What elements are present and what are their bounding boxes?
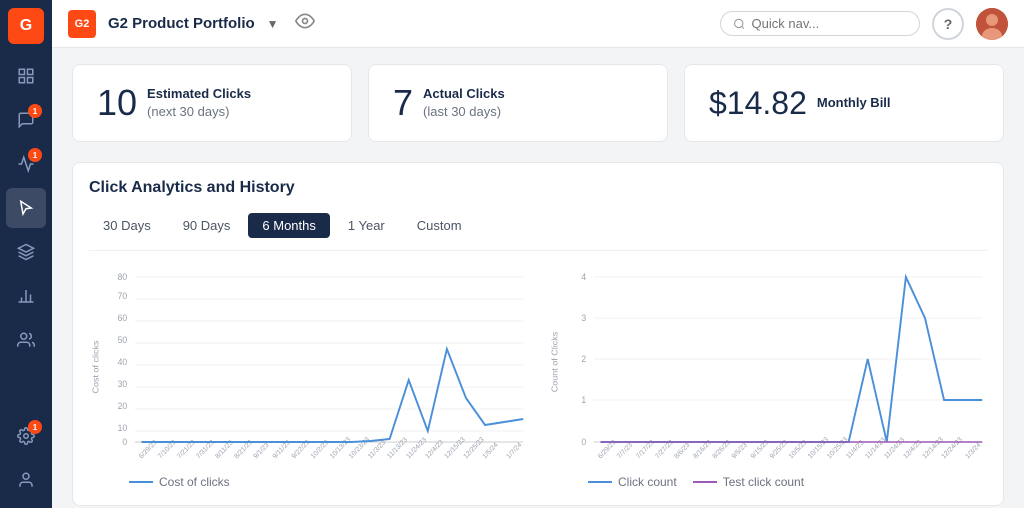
chevron-down-icon[interactable]: ▼: [267, 17, 279, 31]
main-content: G2 G2 Product Portfolio ▼ ?: [52, 0, 1024, 508]
search-input[interactable]: [752, 16, 907, 31]
filter-6months[interactable]: 6 Months: [248, 213, 329, 238]
svg-text:1: 1: [581, 395, 586, 405]
search-icon: [733, 17, 746, 31]
analytics-section: Click Analytics and History 30 Days 90 D…: [72, 162, 1004, 506]
cost-line: [141, 349, 523, 442]
cost-legend-line: [129, 481, 153, 483]
sidebar-item-user[interactable]: [6, 460, 46, 500]
monthly-bill-label: Monthly Bill: [817, 94, 891, 112]
svg-text:8/6/23: 8/6/23: [673, 442, 691, 461]
actual-clicks-sublabel: (last 30 days): [423, 103, 505, 121]
content-area: 10 Estimated Clicks (next 30 days) 7 Act…: [52, 48, 1024, 508]
svg-text:2: 2: [581, 354, 586, 364]
stat-estimated-clicks: 10 Estimated Clicks (next 30 days): [72, 64, 352, 142]
eye-icon[interactable]: [295, 11, 315, 36]
svg-text:1/5/24: 1/5/24: [482, 442, 500, 461]
legend-cost-of-clicks: Cost of clicks: [129, 475, 230, 489]
analytics-title: Click Analytics and History: [89, 179, 987, 197]
svg-text:0: 0: [581, 437, 586, 447]
sidebar-item-analytics[interactable]: 1: [6, 144, 46, 184]
time-filters: 30 Days 90 Days 6 Months 1 Year Custom: [89, 213, 987, 251]
legend-click-count: Click count: [588, 475, 677, 489]
filter-custom[interactable]: Custom: [403, 213, 476, 238]
sidebar-item-settings[interactable]: 1: [6, 416, 46, 456]
right-chart-area: 0 1 2 3 4 Count of Clicks 6/29/23 7/7/23…: [548, 267, 987, 467]
svg-text:20: 20: [118, 401, 128, 411]
svg-text:50: 50: [118, 335, 128, 345]
right-chart-container: 0 1 2 3 4 Count of Clicks 6/29/23 7/7/23…: [548, 267, 987, 489]
charts-row: 0 10 20 30 40 50 60 70 80 Cost of clicks: [89, 267, 987, 489]
svg-text:80: 80: [118, 272, 128, 282]
right-chart-svg: 0 1 2 3 4 Count of Clicks 6/29/23 7/7/23…: [548, 267, 987, 467]
search-bar[interactable]: [720, 11, 920, 36]
left-chart-svg: 0 10 20 30 40 50 60 70 80 Cost of clicks: [89, 267, 528, 467]
svg-text:9/1/23: 9/1/23: [253, 442, 271, 461]
actual-clicks-number: 7: [393, 85, 413, 121]
click-count-legend-line: [588, 481, 612, 483]
left-chart-area: 0 10 20 30 40 50 60 70 80 Cost of clicks: [89, 267, 528, 467]
stat-actual-clicks: 7 Actual Clicks (last 30 days): [368, 64, 668, 142]
avatar[interactable]: [976, 8, 1008, 40]
svg-text:7/7/23: 7/7/23: [616, 442, 634, 461]
svg-text:1/3/24: 1/3/24: [964, 442, 982, 461]
svg-text:30: 30: [118, 379, 128, 389]
sidebar-item-layers[interactable]: [6, 232, 46, 272]
sidebar-item-person[interactable]: [6, 320, 46, 360]
test-click-count-legend-line: [693, 481, 717, 483]
sidebar-item-bar-chart[interactable]: [6, 276, 46, 316]
sidebar-logo[interactable]: G: [8, 8, 44, 44]
left-chart-container: 0 10 20 30 40 50 60 70 80 Cost of clicks: [89, 267, 528, 489]
estimated-clicks-label: Estimated Clicks: [147, 85, 251, 103]
legend-test-click-count: Test click count: [693, 475, 804, 489]
header: G2 G2 Product Portfolio ▼ ?: [52, 0, 1024, 48]
help-button[interactable]: ?: [932, 8, 964, 40]
sidebar-item-dashboard[interactable]: [6, 56, 46, 96]
svg-text:1/7/24: 1/7/24: [505, 442, 523, 461]
settings-badge: 1: [28, 420, 42, 434]
estimated-clicks-number: 10: [97, 85, 137, 121]
sidebar-item-chat[interactable]: 1: [6, 100, 46, 140]
svg-text:0: 0: [122, 437, 127, 447]
svg-text:40: 40: [118, 357, 128, 367]
monthly-bill-number: $14.82: [709, 87, 807, 119]
filter-90days[interactable]: 90 Days: [169, 213, 245, 238]
svg-text:60: 60: [118, 313, 128, 323]
sidebar-item-cursor[interactable]: [6, 188, 46, 228]
left-chart-legend: Cost of clicks: [89, 475, 528, 489]
svg-text:9/5/23: 9/5/23: [731, 442, 749, 461]
header-logo: G2: [68, 10, 96, 38]
analytics-badge: 1: [28, 148, 42, 162]
filter-30days[interactable]: 30 Days: [89, 213, 165, 238]
chat-badge: 1: [28, 104, 42, 118]
filter-1year[interactable]: 1 Year: [334, 213, 399, 238]
stat-monthly-bill: $14.82 Monthly Bill: [684, 64, 1004, 142]
svg-text:4: 4: [581, 272, 586, 282]
page-title: G2 Product Portfolio: [108, 15, 255, 32]
svg-text:12/24/23: 12/24/23: [941, 436, 964, 460]
actual-clicks-label: Actual Clicks: [423, 85, 505, 103]
svg-text:Cost of clicks: Cost of clicks: [91, 340, 101, 394]
svg-text:70: 70: [118, 291, 128, 301]
right-chart-legend: Click count Test click count: [548, 475, 987, 489]
svg-text:3: 3: [581, 313, 586, 323]
sidebar: G 1 1: [0, 0, 52, 508]
estimated-clicks-sublabel: (next 30 days): [147, 103, 251, 121]
svg-text:10: 10: [118, 423, 128, 433]
svg-text:Count of Clicks: Count of Clicks: [550, 332, 560, 393]
stats-row: 10 Estimated Clicks (next 30 days) 7 Act…: [72, 64, 1004, 142]
